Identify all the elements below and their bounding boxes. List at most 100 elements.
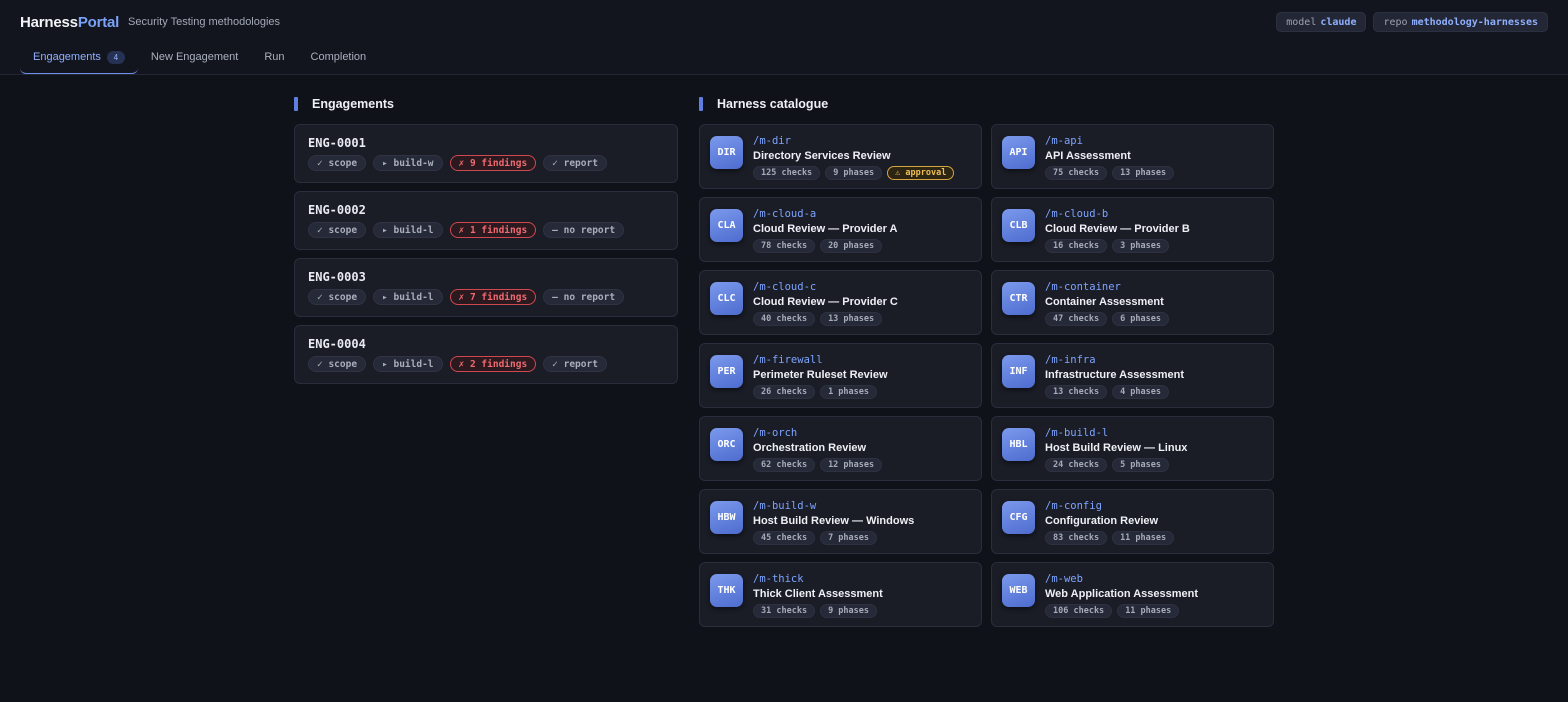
harness-card-m-container[interactable]: CTR /m-container Container Assessment 47…	[991, 270, 1274, 335]
harness-catalogue-grid: DIR /m-dir Directory Services Review 125…	[699, 124, 1274, 627]
report-status-tag: — no report	[543, 222, 625, 238]
engagement-card-eng-0004[interactable]: ENG-0004 ✓ scope ▸ build-l ✗ 2 findings …	[294, 325, 678, 384]
harness-stats: 62 checks 12 phases	[753, 458, 883, 472]
phases-count-badge: 13 phases	[1112, 166, 1175, 180]
harness-name: Infrastructure Assessment	[1045, 369, 1184, 381]
engagement-status-tags: ✓ scope ▸ build-l ✗ 7 findings — no repo…	[308, 289, 664, 305]
engagement-status-tags: ✓ scope ▸ build-l ✗ 1 findings — no repo…	[308, 222, 664, 238]
harness-command: /m-cloud-a	[753, 208, 817, 220]
harness-command: /m-orch	[753, 427, 798, 439]
engagement-card-eng-0002[interactable]: ENG-0002 ✓ scope ▸ build-l ✗ 1 findings …	[294, 191, 678, 250]
findings-status-tag: ✗ 2 findings	[449, 356, 537, 372]
tab-new-engagement[interactable]: New Engagement	[138, 42, 251, 74]
harness-card-m-infra[interactable]: INF /m-infra Infrastructure Assessment 1…	[991, 343, 1274, 408]
phases-count-badge: 9 phases	[825, 166, 883, 180]
harness-command: /m-cloud-c	[753, 281, 817, 293]
harness-command: /m-web	[1045, 573, 1083, 585]
harness-name: Cloud Review — Provider A	[753, 223, 898, 235]
top-bar: HarnessPortal Security Testing methodolo…	[0, 0, 1568, 75]
harness-abbr-badge: CTR	[1002, 282, 1035, 315]
harness-command: /m-cloud-b	[1045, 208, 1109, 220]
harness-command: /m-build-l	[1045, 427, 1109, 439]
phases-count-badge: 1 phases	[820, 385, 878, 399]
harness-card-m-orch[interactable]: ORC /m-orch Orchestration Review 62 chec…	[699, 416, 982, 481]
engagement-status-tags: ✓ scope ▸ build-l ✗ 2 findings ✓ report	[308, 356, 664, 372]
harness-stats: 106 checks 11 phases	[1045, 604, 1180, 618]
tab-completion[interactable]: Completion	[298, 42, 380, 74]
repo-chip: repo methodology-harnesses	[1373, 12, 1548, 32]
harness-stats: 78 checks 20 phases	[753, 239, 883, 253]
harness-card-m-cloud-c[interactable]: CLC /m-cloud-c Cloud Review — Provider C…	[699, 270, 982, 335]
harness-abbr-badge: CLC	[710, 282, 743, 315]
checks-count-badge: 16 checks	[1045, 239, 1108, 253]
harness-command: /m-build-w	[753, 500, 817, 512]
brand-logo[interactable]: HarnessPortal	[20, 14, 119, 31]
harness-stats: 40 checks 13 phases	[753, 312, 883, 326]
checks-count-badge: 24 checks	[1045, 458, 1108, 472]
checks-count-badge: 31 checks	[753, 604, 816, 618]
harness-abbr-badge: WEB	[1002, 574, 1035, 607]
build-status-tag: ▸ build-w	[373, 155, 443, 171]
context-chips: model claude repo methodology-harnesses	[1276, 12, 1548, 32]
checks-count-badge: 78 checks	[753, 239, 816, 253]
harness-name: Container Assessment	[1045, 296, 1164, 308]
harness-card-m-config[interactable]: CFG /m-config Configuration Review 83 ch…	[991, 489, 1274, 554]
engagements-section-title: Engagements	[294, 97, 394, 111]
harness-stats: 125 checks 9 phases ⚠ approval	[753, 166, 955, 180]
phases-count-badge: 13 phases	[820, 312, 883, 326]
harness-abbr-badge: HBL	[1002, 428, 1035, 461]
phases-count-badge: 12 phases	[820, 458, 883, 472]
model-chip-value: claude	[1320, 17, 1357, 28]
harness-card-m-firewall[interactable]: PER /m-firewall Perimeter Ruleset Review…	[699, 343, 982, 408]
engagement-card-eng-0003[interactable]: ENG-0003 ✓ scope ▸ build-l ✗ 7 findings …	[294, 258, 678, 317]
main-tabs: Engagements 4 New Engagement Run Completi…	[20, 42, 379, 74]
harness-abbr-badge: CFG	[1002, 501, 1035, 534]
repo-chip-key: repo	[1383, 17, 1408, 28]
harness-stats: 16 checks 3 phases	[1045, 239, 1170, 253]
model-chip: model claude	[1276, 12, 1367, 32]
report-status-tag: — no report	[543, 289, 625, 305]
tab-run[interactable]: Run	[251, 42, 297, 74]
app-subtitle: Security Testing methodologies	[128, 16, 281, 28]
harness-card-m-build-l[interactable]: HBL /m-build-l Host Build Review — Linux…	[991, 416, 1274, 481]
checks-count-badge: 45 checks	[753, 531, 816, 545]
harness-command: /m-config	[1045, 500, 1102, 512]
engagement-card-eng-0001[interactable]: ENG-0001 ✓ scope ▸ build-w ✗ 9 findings …	[294, 124, 678, 183]
phases-count-badge: 7 phases	[820, 531, 878, 545]
phases-count-badge: 11 phases	[1117, 604, 1180, 618]
harness-name: Thick Client Assessment	[753, 588, 883, 600]
engagement-status-tags: ✓ scope ▸ build-w ✗ 9 findings ✓ report	[308, 155, 664, 171]
checks-count-badge: 47 checks	[1045, 312, 1108, 326]
build-status-tag: ▸ build-l	[373, 356, 443, 372]
harness-command: /m-dir	[753, 135, 791, 147]
harness-card-m-api[interactable]: API /m-api API Assessment 75 checks 13 p…	[991, 124, 1274, 189]
harness-name: Perimeter Ruleset Review	[753, 369, 888, 381]
report-status-tag: ✓ report	[543, 356, 607, 372]
harness-command: /m-api	[1045, 135, 1083, 147]
harness-name: Host Build Review — Linux	[1045, 442, 1188, 454]
harness-card-m-web[interactable]: WEB /m-web Web Application Assessment 10…	[991, 562, 1274, 627]
tab-engagements[interactable]: Engagements 4	[20, 42, 138, 74]
checks-count-badge: 26 checks	[753, 385, 816, 399]
tab-new-engagement-label: New Engagement	[150, 51, 239, 63]
harness-command: /m-infra	[1045, 354, 1096, 366]
brand-name-part1: Harness	[20, 14, 78, 31]
harness-name: Configuration Review	[1045, 515, 1159, 527]
harness-stats: 75 checks 13 phases	[1045, 166, 1175, 180]
checks-count-badge: 125 checks	[753, 166, 821, 180]
harness-stats: 31 checks 9 phases	[753, 604, 878, 618]
harness-card-m-cloud-a[interactable]: CLA /m-cloud-a Cloud Review — Provider A…	[699, 197, 982, 262]
harness-abbr-badge: CLA	[710, 209, 743, 242]
phases-count-badge: 4 phases	[1112, 385, 1170, 399]
harness-card-m-cloud-b[interactable]: CLB /m-cloud-b Cloud Review — Provider B…	[991, 197, 1274, 262]
harness-name: Web Application Assessment	[1045, 588, 1199, 600]
checks-count-badge: 75 checks	[1045, 166, 1108, 180]
tab-completion-label: Completion	[310, 51, 367, 63]
scope-status-tag: ✓ scope	[308, 356, 367, 372]
harness-abbr-badge: ORC	[710, 428, 743, 461]
harness-card-m-thick[interactable]: THK /m-thick Thick Client Assessment 31 …	[699, 562, 982, 627]
harness-card-m-build-w[interactable]: HBW /m-build-w Host Build Review — Windo…	[699, 489, 982, 554]
harness-card-m-dir[interactable]: DIR /m-dir Directory Services Review 125…	[699, 124, 982, 189]
harness-name: Host Build Review — Windows	[753, 515, 915, 527]
harness-name: Orchestration Review	[753, 442, 867, 454]
